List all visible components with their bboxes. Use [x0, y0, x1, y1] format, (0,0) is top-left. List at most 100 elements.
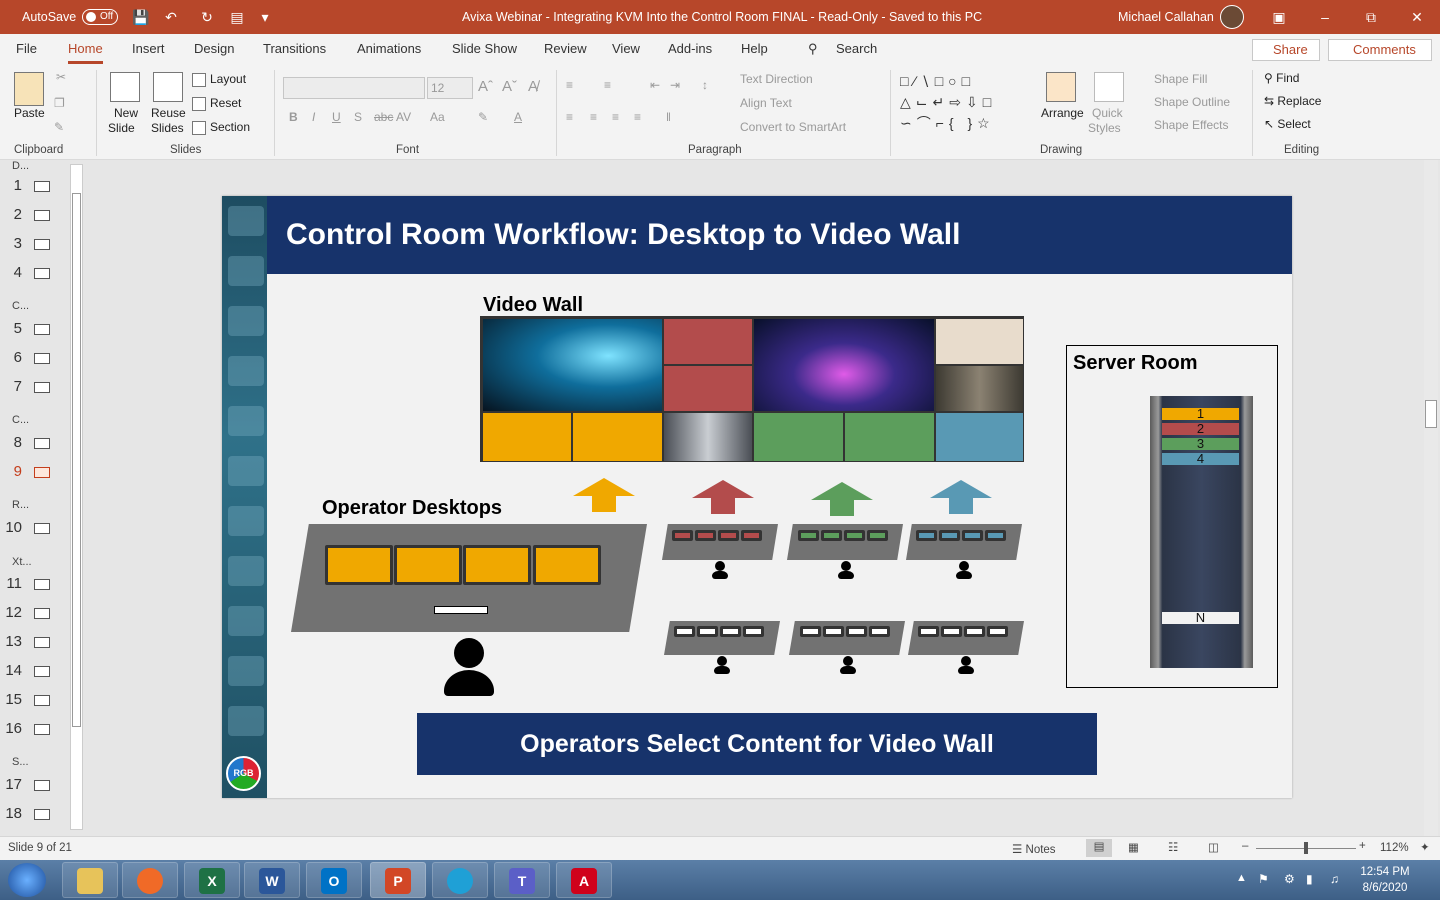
font-color-icon[interactable]: A — [514, 110, 522, 124]
slide-thumb[interactable]: 7 — [0, 378, 70, 398]
undo-icon[interactable]: ↶ — [162, 8, 180, 26]
slide-thumb[interactable]: 4 — [0, 264, 70, 284]
section-header[interactable]: R... — [12, 499, 29, 511]
taskbar-powerpoint[interactable]: P — [370, 862, 426, 898]
section-header[interactable]: D... — [12, 160, 29, 172]
shapes-gallery[interactable]: □∕∖□○□ △⌙↵⇨⇩□ ∽⌒⌐{ }☆ — [900, 71, 1020, 131]
slide-thumb[interactable]: 14 — [0, 662, 70, 682]
redo-icon[interactable]: ↻ — [198, 8, 216, 26]
new-slide-icon[interactable] — [110, 72, 140, 102]
tab-file[interactable]: File — [16, 34, 37, 64]
bullets-icon[interactable]: ≡ — [566, 78, 573, 92]
taskbar-word[interactable]: W — [244, 862, 300, 898]
tab-design[interactable]: Design — [194, 34, 234, 64]
reuse-slides-icon[interactable] — [153, 72, 183, 102]
increase-indent-icon[interactable]: ⇥ — [670, 78, 680, 92]
slide-thumb[interactable]: 8 — [0, 434, 70, 454]
slide-thumb[interactable]: 5 — [0, 320, 70, 340]
replace-button[interactable]: ⇆ Replace — [1264, 94, 1321, 108]
shadow-icon[interactable]: S — [354, 110, 362, 124]
slideshow-view-icon[interactable]: ◫ — [1208, 840, 1219, 854]
section-button[interactable]: Section — [192, 120, 250, 135]
strikethrough-icon[interactable]: abc — [374, 110, 393, 124]
quick-styles-icon[interactable] — [1094, 72, 1124, 102]
caption-banner[interactable]: Operators Select Content for Video Wall — [417, 713, 1097, 775]
find-button[interactable]: ⚲ Find — [1264, 71, 1299, 85]
tab-review[interactable]: Review — [544, 34, 587, 64]
network-icon[interactable]: ▮ — [1306, 872, 1313, 886]
font-size-box[interactable]: 12 — [427, 77, 473, 99]
reuse-slides-button-line2[interactable]: Slides — [151, 121, 184, 135]
zoom-slider[interactable] — [1256, 842, 1356, 854]
slide-thumb[interactable]: 2 — [0, 206, 70, 226]
slide-thumb[interactable]: 16 — [0, 720, 70, 740]
slide-scrollbar[interactable] — [1424, 160, 1438, 836]
server-room-box[interactable]: Server Room 1 2 3 4 N — [1066, 345, 1278, 688]
tab-view[interactable]: View — [612, 34, 640, 64]
ribbon-display-icon[interactable]: ▣ — [1270, 8, 1288, 26]
volume-icon[interactable]: ♫ — [1330, 872, 1339, 886]
zoom-out-icon[interactable]: – — [1242, 840, 1248, 852]
align-text-button[interactable]: Align Text — [740, 96, 792, 110]
copy-icon[interactable]: ❐ — [54, 96, 65, 110]
share-button[interactable]: Share — [1252, 39, 1320, 61]
shape-fill-button[interactable]: Shape Fill — [1154, 72, 1207, 86]
video-wall[interactable] — [480, 316, 1024, 462]
paste-button[interactable]: Paste — [14, 106, 45, 120]
tab-animations[interactable]: Animations — [357, 34, 421, 64]
decrease-font-icon[interactable]: Aˇ — [502, 78, 517, 95]
slide-scroll-thumb[interactable] — [1425, 400, 1437, 428]
tab-insert[interactable]: Insert — [132, 34, 165, 64]
text-direction-button[interactable]: Text Direction — [740, 72, 813, 86]
tab-slide-show[interactable]: Slide Show — [452, 34, 517, 64]
tab-home[interactable]: Home — [68, 34, 103, 64]
minimize-icon[interactable]: – — [1316, 8, 1334, 26]
slide-thumb[interactable]: 17 — [0, 776, 70, 796]
slide-thumb[interactable]: 12 — [0, 604, 70, 624]
slide-thumb[interactable]: 10 — [0, 519, 70, 539]
section-header[interactable]: S... — [12, 756, 29, 768]
normal-view-icon[interactable]: ▤ — [1086, 839, 1112, 857]
taskbar-acrobat[interactable]: A — [556, 862, 612, 898]
quick-styles-button[interactable]: Quick — [1092, 106, 1123, 120]
increase-font-icon[interactable]: Aˆ — [478, 78, 493, 95]
quick-styles-button-line2[interactable]: Styles — [1088, 121, 1121, 135]
close-icon[interactable]: ✕ — [1408, 8, 1426, 26]
shape-effects-button[interactable]: Shape Effects — [1154, 118, 1229, 132]
change-case-icon[interactable]: Aa — [430, 110, 445, 124]
new-slide-button[interactable]: New — [114, 106, 138, 120]
section-header[interactable]: C... — [12, 300, 29, 312]
slide-title[interactable]: Control Room Workflow: Desktop to Video … — [267, 196, 1292, 274]
start-button[interactable] — [8, 863, 46, 897]
slide-thumb[interactable]: 18 — [0, 805, 70, 825]
line-spacing-icon[interactable]: ↕ — [702, 78, 708, 92]
shape-outline-button[interactable]: Shape Outline — [1154, 95, 1230, 109]
slide-thumb[interactable]: 6 — [0, 349, 70, 369]
taskbar-outlook[interactable]: O — [306, 862, 362, 898]
underline-icon[interactable]: U — [332, 110, 341, 124]
taskbar-edge[interactable] — [432, 862, 488, 898]
slide-thumb[interactable]: 1 — [0, 177, 70, 197]
operator-desktops-label[interactable]: Operator Desktops — [322, 497, 502, 520]
user-avatar[interactable] — [1220, 5, 1244, 29]
layout-button[interactable]: Layout — [192, 72, 246, 87]
reuse-slides-button[interactable]: Reuse — [151, 106, 186, 120]
paste-icon[interactable] — [14, 72, 44, 106]
notes-button[interactable]: ☰ Notes — [1012, 842, 1056, 856]
autosave-toggle[interactable]: Off — [82, 9, 118, 25]
user-name[interactable]: Michael Callahan — [1118, 0, 1214, 34]
thumbnail-scrollbar[interactable] — [70, 164, 83, 830]
align-center-icon[interactable]: ≡ — [590, 110, 597, 124]
comments-button[interactable]: Comments — [1328, 39, 1432, 61]
slide-thumb-selected[interactable]: 9 — [0, 463, 70, 483]
columns-icon[interactable]: ‖ — [666, 110, 671, 124]
slide-thumb[interactable]: 11 — [0, 575, 70, 595]
tray-flag-icon[interactable]: ⚑ — [1258, 872, 1269, 886]
align-left-icon[interactable]: ≡ — [566, 110, 573, 124]
system-clock[interactable]: 12:54 PM 8/6/2020 — [1350, 864, 1420, 896]
reset-button[interactable]: Reset — [192, 96, 241, 111]
arrange-icon[interactable] — [1046, 72, 1076, 102]
taskbar-teams[interactable]: T — [494, 862, 550, 898]
tab-transitions[interactable]: Transitions — [263, 34, 326, 64]
save-icon[interactable]: 💾 — [132, 8, 150, 26]
